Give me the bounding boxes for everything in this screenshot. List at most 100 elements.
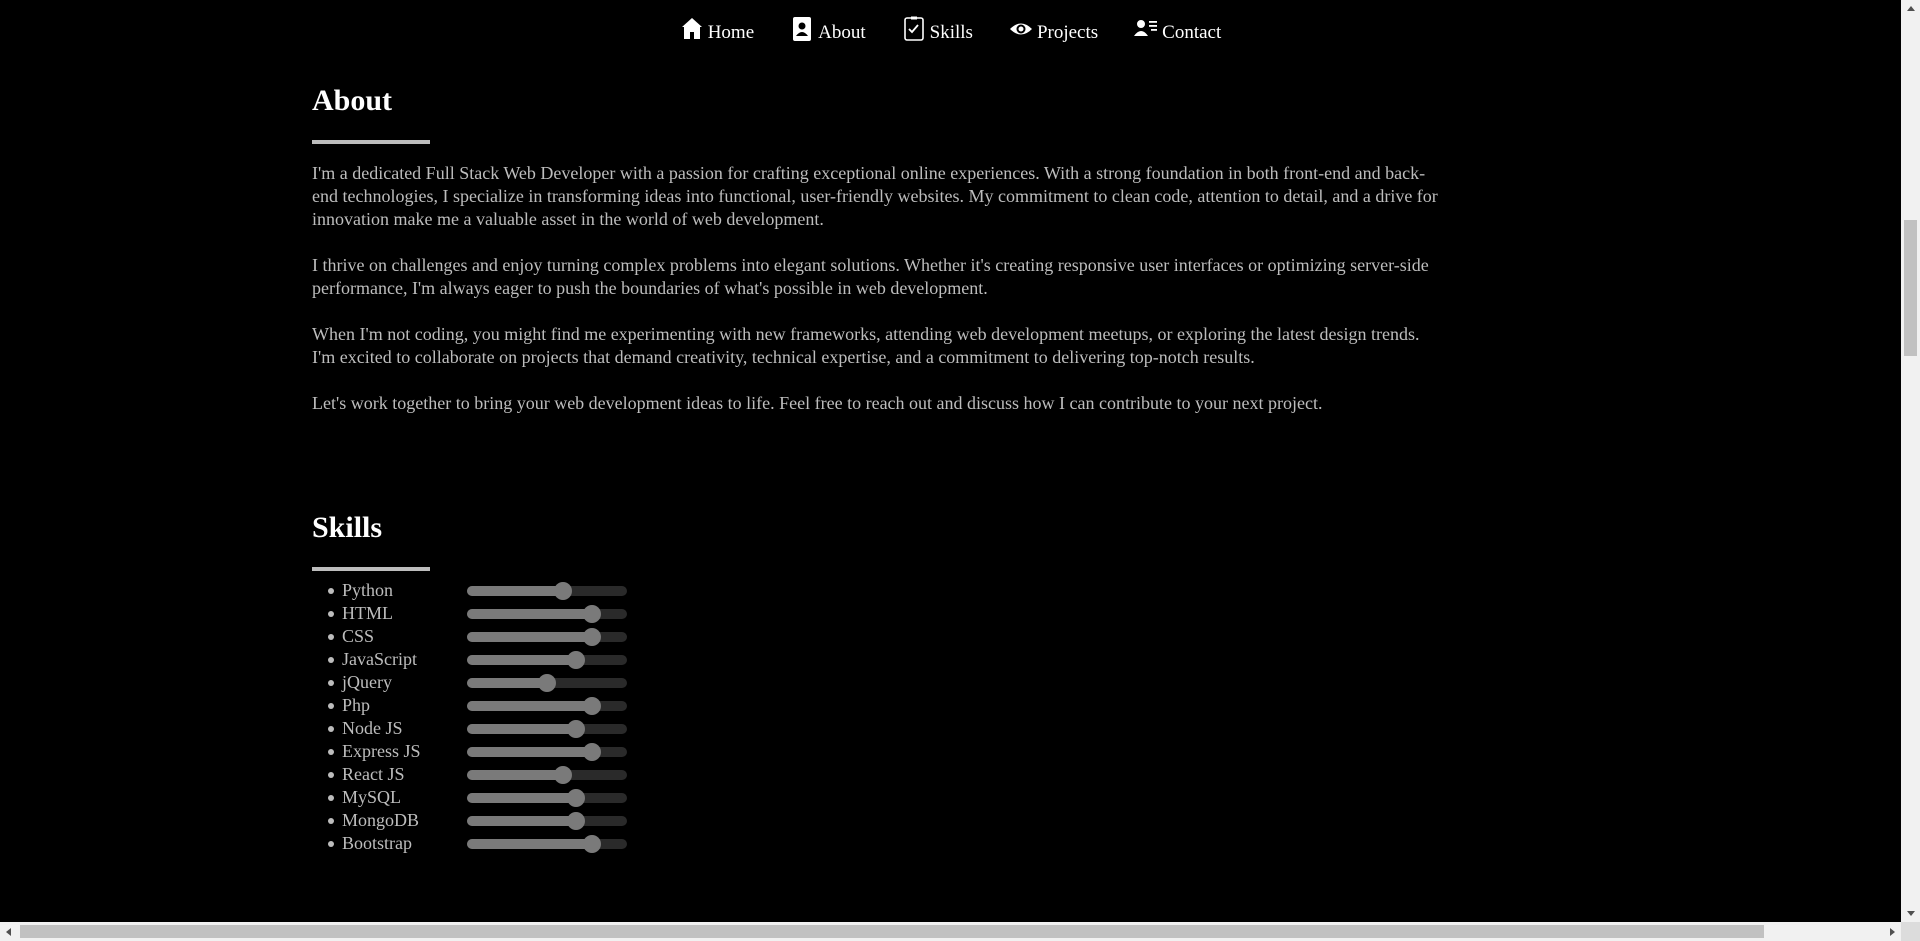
skill-name: Python: [342, 580, 394, 600]
skill-item: jQuery: [328, 671, 1442, 694]
skill-name: Express JS: [342, 741, 421, 761]
bullet-icon: [328, 726, 334, 732]
nav-contact[interactable]: Contact: [1134, 14, 1221, 46]
skill-slider-fill: [467, 631, 592, 642]
skill-item: Node JS: [328, 717, 1442, 740]
skill-slider-fill: [467, 585, 563, 596]
skill-slider[interactable]: [467, 788, 627, 807]
skill-name: React JS: [342, 764, 405, 784]
horizontal-scrollbar[interactable]: [0, 922, 1901, 941]
skill-slider[interactable]: [467, 581, 627, 600]
bullet-icon: [328, 772, 334, 778]
skill-slider-thumb[interactable]: [582, 742, 601, 761]
scroll-up-arrow-icon[interactable]: [1901, 0, 1920, 17]
skill-item: JavaScript: [328, 648, 1442, 671]
about-paragraph: I thrive on challenges and enjoy turning…: [312, 255, 1429, 298]
page-viewport: Home About Skills Projects Contact About…: [0, 0, 1901, 922]
skill-name: Bootstrap: [342, 833, 412, 853]
skill-slider-thumb[interactable]: [554, 581, 572, 600]
skill-slider-fill: [467, 746, 592, 757]
skill-slider-thumb[interactable]: [582, 834, 601, 853]
nav-about-label: About: [818, 22, 866, 43]
skill-item: React JS: [328, 763, 1442, 786]
bullet-icon: [328, 611, 334, 617]
skill-slider-fill: [467, 792, 576, 803]
skill-name: CSS: [342, 626, 375, 646]
nav-home[interactable]: Home: [680, 14, 754, 46]
skill-name: HTML: [342, 603, 393, 623]
skill-slider[interactable]: [467, 834, 627, 853]
about-title: About: [312, 84, 393, 117]
skill-item: HTML: [328, 602, 1442, 625]
skill-slider-fill: [467, 654, 576, 665]
nav-skills[interactable]: Skills: [902, 14, 973, 46]
skill-slider-fill: [467, 677, 547, 688]
about-paragraph: I'm a dedicated Full Stack Web Developer…: [312, 163, 1438, 229]
skill-slider[interactable]: [467, 604, 627, 623]
skill-slider-thumb[interactable]: [566, 719, 585, 738]
person-lines-icon: [1134, 20, 1158, 36]
scroll-down-arrow-icon[interactable]: [1901, 905, 1920, 922]
scroll-right-arrow-icon[interactable]: [1884, 922, 1901, 941]
skill-item: CSS: [328, 625, 1442, 648]
skill-slider[interactable]: [467, 650, 627, 669]
checklist-icon: [903, 16, 924, 41]
skill-item: Php: [328, 694, 1442, 717]
vertical-scrollbar[interactable]: [1901, 0, 1920, 922]
skill-slider-thumb[interactable]: [582, 604, 601, 623]
skill-slider-thumb[interactable]: [566, 650, 585, 669]
skill-slider[interactable]: [467, 696, 627, 715]
bullet-icon: [328, 634, 334, 640]
skill-slider-thumb[interactable]: [582, 696, 601, 715]
skills-list: Python HTML CSS JavaScript jQuery Php Node JS E…: [312, 579, 1442, 855]
scroll-left-arrow-icon[interactable]: [0, 922, 17, 941]
skill-slider-thumb[interactable]: [566, 788, 585, 807]
nav-projects[interactable]: Projects: [1009, 14, 1098, 46]
skill-slider-fill: [467, 608, 592, 619]
skill-slider-fill: [467, 815, 576, 826]
skills-title-underline: [312, 567, 430, 571]
skill-slider[interactable]: [467, 719, 627, 738]
skills-title: Skills: [312, 511, 383, 544]
skill-item: MySQL: [328, 786, 1442, 809]
skill-slider-fill: [467, 838, 592, 849]
about-paragraph: Let's work together to bring your web de…: [312, 393, 1323, 413]
nav-about[interactable]: About: [790, 14, 866, 46]
skill-name: jQuery: [342, 672, 392, 692]
skill-slider-fill: [467, 723, 576, 734]
vertical-scroll-thumb[interactable]: [1904, 220, 1917, 356]
skill-slider[interactable]: [467, 673, 627, 692]
bullet-icon: [328, 703, 334, 709]
skill-slider[interactable]: [467, 742, 627, 761]
skill-slider[interactable]: [467, 811, 627, 830]
bullet-icon: [328, 588, 334, 594]
bullet-icon: [328, 818, 334, 824]
skill-slider-thumb[interactable]: [566, 811, 585, 830]
skill-name: MySQL: [342, 787, 402, 807]
skill-slider[interactable]: [467, 627, 627, 646]
contact-card-icon: [793, 17, 812, 41]
skill-slider-thumb[interactable]: [538, 673, 556, 692]
skill-slider-thumb[interactable]: [554, 765, 572, 784]
skill-slider-fill: [467, 769, 563, 780]
skills-section: Skills Python HTML CSS JavaScript jQuery Php N…: [312, 507, 1442, 855]
skill-item: MongoDB: [328, 809, 1442, 832]
top-nav: Home About Skills Projects Contact: [0, 14, 1901, 46]
bullet-icon: [328, 749, 334, 755]
nav-contact-label: Contact: [1162, 22, 1222, 43]
eye-icon: [1009, 23, 1032, 35]
skill-slider[interactable]: [467, 765, 627, 784]
skill-slider-thumb[interactable]: [582, 627, 601, 646]
bullet-icon: [328, 680, 334, 686]
bullet-icon: [328, 657, 334, 663]
about-paragraph: When I'm not coding, you might find me e…: [312, 324, 1420, 367]
about-title-underline: [312, 140, 430, 144]
nav-projects-label: Projects: [1036, 22, 1099, 43]
skill-name: JavaScript: [342, 649, 417, 669]
about-section: About I'm a dedicated Full Stack Web Dev…: [312, 80, 1442, 415]
skill-item: Bootstrap: [328, 832, 1442, 855]
skill-item: Python: [328, 579, 1442, 602]
bullet-icon: [328, 795, 334, 801]
bullet-icon: [328, 841, 334, 847]
horizontal-scroll-thumb[interactable]: [20, 925, 1764, 938]
